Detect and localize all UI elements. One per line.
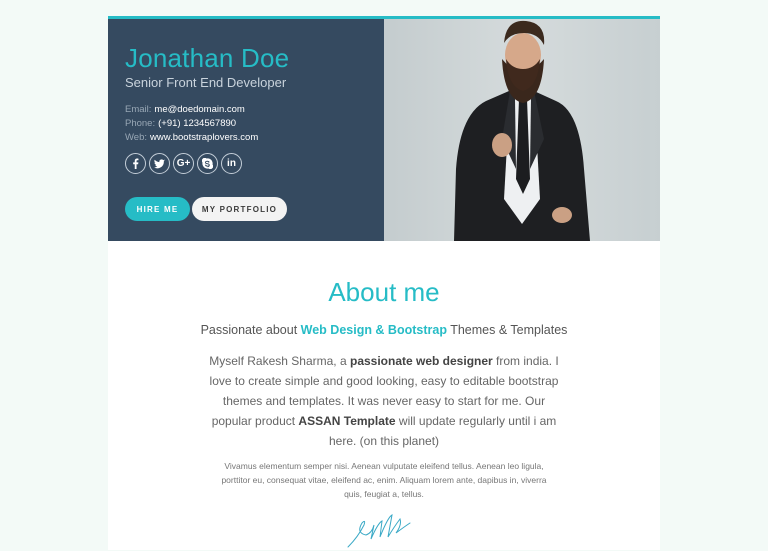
- bio-part-1: Myself Rakesh Sharma, a: [209, 354, 350, 368]
- about-small-text: Vivamus elementum semper nisi. Aenean vu…: [221, 461, 547, 499]
- about-tagline: Passionate about Web Design & Bootstrap …: [108, 323, 660, 337]
- contact-email: Email: me@doedomain.com: [125, 103, 258, 117]
- profile-name: Jonathan Doe: [125, 43, 290, 73]
- contact-phone: Phone: (+91) 1234567890: [125, 117, 258, 131]
- signature-image: [347, 514, 411, 548]
- hero-section: Jonathan Doe Senior Front End Developer …: [108, 19, 660, 241]
- web-value[interactable]: www.bootstraplovers.com: [150, 132, 258, 143]
- google-plus-icon[interactable]: G+: [173, 153, 194, 174]
- twitter-icon[interactable]: [149, 153, 170, 174]
- email-value[interactable]: me@doedomain.com: [154, 104, 244, 115]
- contact-web: Web: www.bootstraplovers.com: [125, 131, 258, 145]
- email-label: Email:: [125, 104, 152, 115]
- phone-value[interactable]: (+91) 1234567890: [158, 118, 236, 129]
- about-heading: About me: [328, 277, 440, 307]
- skype-icon[interactable]: [197, 153, 218, 174]
- hero-info-panel: Jonathan Doe Senior Front End Developer …: [108, 19, 384, 241]
- facebook-icon[interactable]: [125, 153, 146, 174]
- my-portfolio-button[interactable]: MY PORTFOLIO: [192, 197, 287, 221]
- tagline-highlight: Web Design & Bootstrap: [300, 323, 447, 337]
- profile-photo: [384, 19, 660, 241]
- bio-part-2: passionate web designer: [349, 354, 493, 368]
- social-links: G+ in: [125, 153, 242, 174]
- about-bio: Myself Rakesh Sharma, a passionate web d…: [208, 351, 560, 451]
- web-label: Web:: [125, 132, 148, 143]
- hire-me-button[interactable]: HIRE ME: [125, 197, 190, 221]
- person-illustration: [454, 20, 590, 241]
- tagline-prefix: Passionate about: [200, 323, 301, 337]
- contact-list: Email: me@doedomain.com Phone: (+91) 12345…: [125, 103, 258, 145]
- tagline-suffix: Themes & Templates: [446, 323, 568, 337]
- bio-part-4: ASSAN Template: [298, 414, 396, 428]
- linkedin-icon[interactable]: in: [221, 153, 242, 174]
- profile-title: Senior Front End Developer: [125, 75, 287, 90]
- phone-label: Phone:: [125, 118, 156, 129]
- profile-card: Jonathan Doe Senior Front End Developer …: [108, 16, 660, 550]
